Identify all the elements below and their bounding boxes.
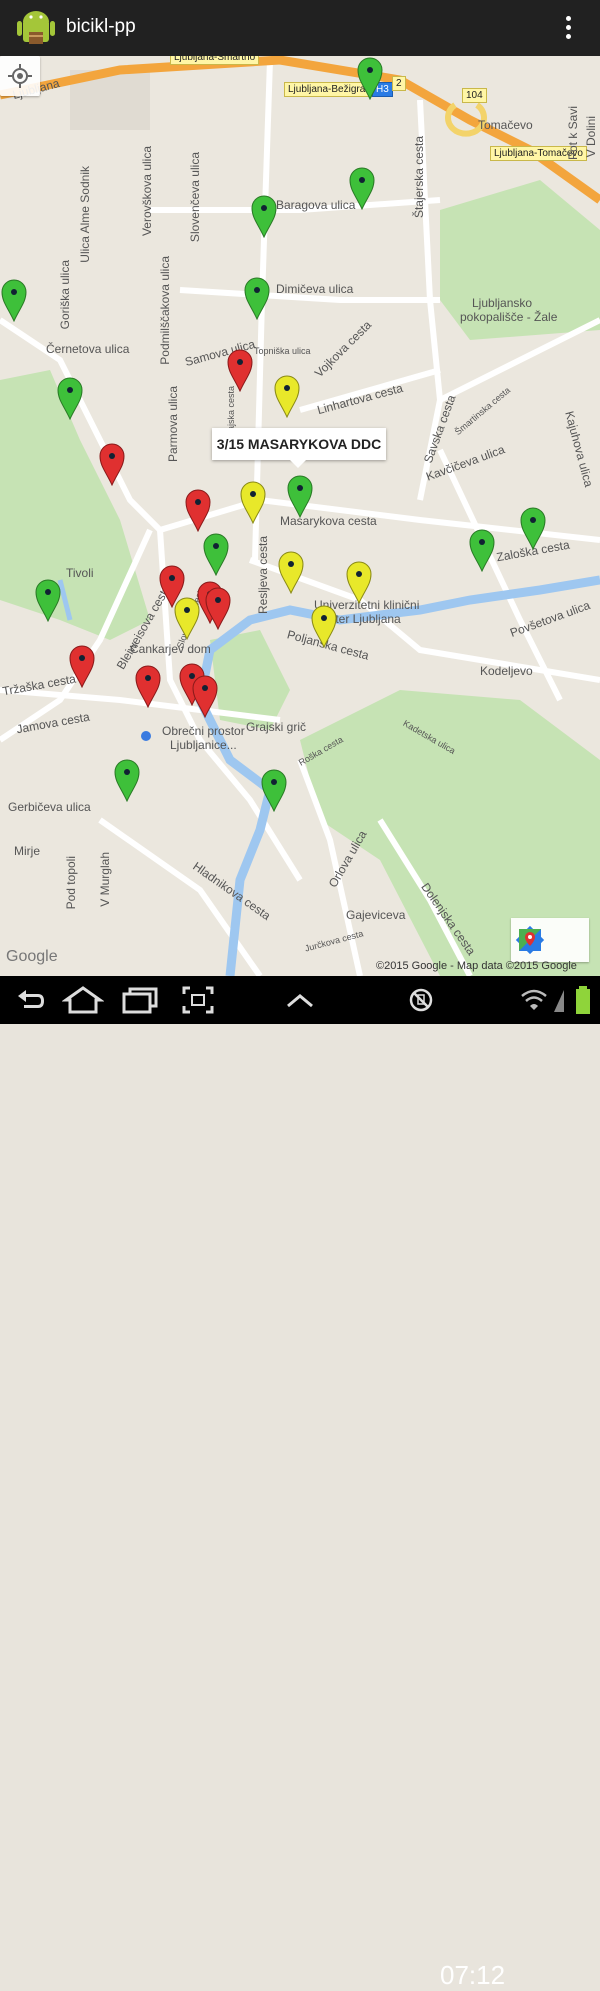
map-label: Topniška ulica xyxy=(254,346,311,356)
road-sign-smartno: Ljubljana-Šmartno xyxy=(170,56,260,65)
map-label: Tomačevo xyxy=(478,118,533,132)
map-attribution: ©2015 Google - Map data ©2015 Google xyxy=(376,960,577,972)
google-maps-icon[interactable] xyxy=(511,918,549,962)
map-label: Goriška ulica xyxy=(58,260,72,330)
map-label: pokopališče - Žale xyxy=(460,310,558,324)
station-marker-red[interactable] xyxy=(226,348,254,392)
station-marker-green[interactable] xyxy=(0,278,28,322)
map-label: Kodeljevo xyxy=(480,664,533,678)
map-label: Obrečni prostor xyxy=(162,724,245,738)
station-marker-yellow[interactable] xyxy=(345,560,373,604)
system-nav-bar: 07:12 xyxy=(0,976,600,1990)
my-location-button[interactable] xyxy=(0,56,40,96)
map-label: Slovenčeva ulica xyxy=(188,152,202,243)
chevron-up-icon[interactable] xyxy=(282,984,318,1016)
station-marker-yellow[interactable] xyxy=(273,374,301,418)
road-sign-2: 2 xyxy=(392,76,406,91)
station-marker-red[interactable] xyxy=(134,664,162,708)
map-label: Gerbičeva ulica xyxy=(8,800,91,814)
station-marker-green[interactable] xyxy=(56,376,84,420)
map-label: Baragova ulica xyxy=(276,198,356,212)
map-view[interactable]: Ljubljana-Šmartno Ljubljana-Bežigrad H3 … xyxy=(0,56,600,976)
google-logo: Google xyxy=(6,948,58,965)
station-marker-green[interactable] xyxy=(202,532,230,576)
map-label: Ulica Alme Sodnik xyxy=(78,166,92,263)
signal-icon xyxy=(554,990,564,1012)
wifi-icon xyxy=(521,989,547,1010)
map-label: Štajerska cesta xyxy=(412,136,426,219)
map-label: V Murglah xyxy=(98,852,112,907)
road-sign-104: 104 xyxy=(462,88,487,103)
map-label: Černetova ulica xyxy=(46,342,130,356)
station-marker-green[interactable] xyxy=(286,474,314,518)
station-marker-green[interactable] xyxy=(250,194,278,238)
map-label: Cankarjev dom xyxy=(130,642,211,656)
map-label: Ljubljanice... xyxy=(170,738,237,752)
map-label: Dimičeva ulica xyxy=(276,282,354,296)
station-marker-green[interactable] xyxy=(519,506,547,550)
station-marker-green[interactable] xyxy=(260,768,288,812)
action-bar: bicikl-pp xyxy=(0,0,600,56)
no-sim-icon xyxy=(409,988,433,1012)
station-marker-yellow[interactable] xyxy=(239,480,267,524)
screenshot-icon[interactable] xyxy=(180,984,216,1016)
station-marker-red[interactable] xyxy=(204,586,232,630)
map-label: Pot k Savi xyxy=(566,106,580,161)
map-label: Mirje xyxy=(14,844,40,858)
app-title: bicikl-pp xyxy=(66,16,136,37)
map-label: Grajski grič xyxy=(246,720,307,734)
map-label: Podmilščakova ulica xyxy=(158,256,172,365)
station-marker-red[interactable] xyxy=(184,488,212,532)
station-marker-green[interactable] xyxy=(243,276,271,320)
map-label: Verovškova ulica xyxy=(140,146,154,237)
map-label: Parmova ulica xyxy=(166,386,180,463)
map-label: V Dolini xyxy=(584,116,598,158)
clock: 07:12 xyxy=(440,1960,506,1990)
map-label: Pod topoli xyxy=(64,856,78,910)
station-marker-yellow[interactable] xyxy=(277,550,305,594)
station-marker-red[interactable] xyxy=(191,674,219,718)
station-marker-green[interactable] xyxy=(468,528,496,572)
station-marker-green[interactable] xyxy=(356,56,384,100)
android-app-icon xyxy=(17,11,55,44)
station-marker-red[interactable] xyxy=(98,442,126,486)
home-icon[interactable] xyxy=(62,984,104,1016)
map-label: Tivoli xyxy=(66,566,94,580)
back-icon[interactable] xyxy=(12,984,48,1016)
station-marker-yellow[interactable] xyxy=(310,604,338,648)
map-label: Resljeva cesta xyxy=(256,536,270,615)
map-label: Ljubljansko xyxy=(472,296,533,310)
overflow-menu-icon[interactable] xyxy=(556,12,580,44)
station-marker-red[interactable] xyxy=(68,644,96,688)
recent-apps-icon[interactable] xyxy=(120,984,160,1016)
battery-icon xyxy=(576,986,590,1014)
marker-info-window[interactable]: 3/15 MASARYKOVA DDC xyxy=(212,428,386,468)
station-marker-green[interactable] xyxy=(113,758,141,802)
station-marker-green[interactable] xyxy=(348,166,376,210)
map-toolbar xyxy=(511,918,589,962)
station-marker-yellow[interactable] xyxy=(173,596,201,640)
station-marker-green[interactable] xyxy=(34,578,62,622)
map-label: Gajeviceva xyxy=(346,908,406,922)
